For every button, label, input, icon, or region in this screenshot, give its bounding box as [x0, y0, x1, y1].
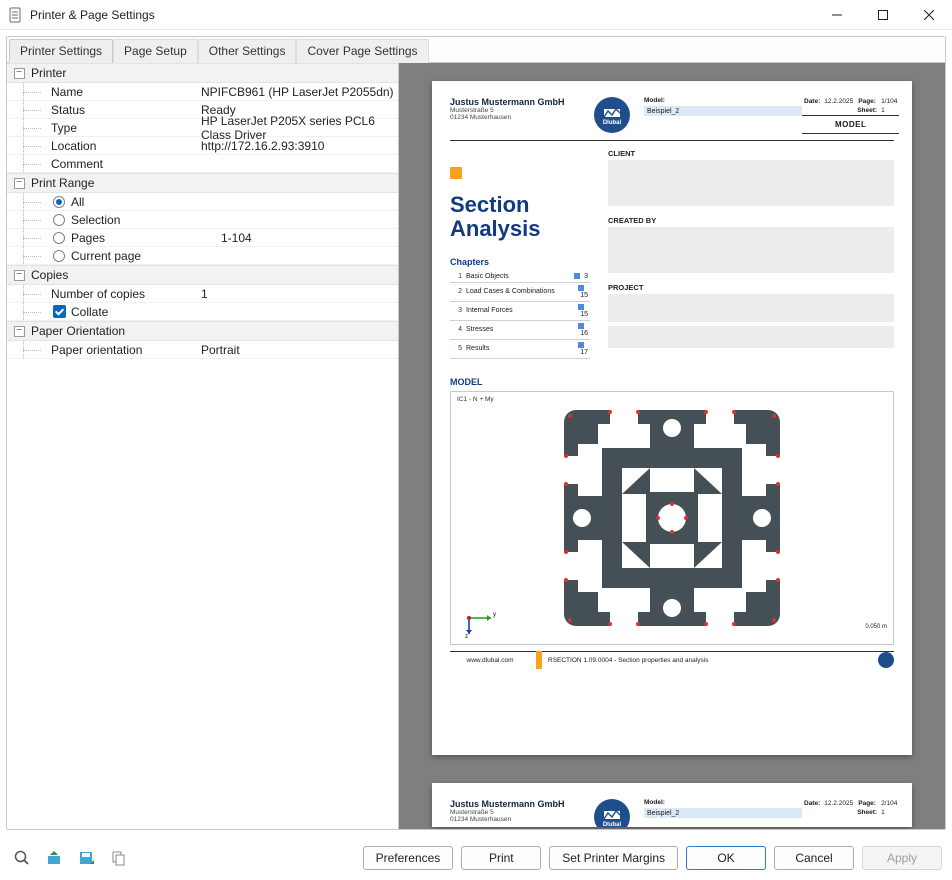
group-copies[interactable]: − Copies	[7, 265, 398, 285]
export-button[interactable]	[42, 846, 66, 870]
collapse-icon[interactable]: −	[14, 326, 25, 337]
model-name: Beispiel_2	[644, 106, 802, 116]
row-collate[interactable]: Collate	[7, 303, 398, 321]
row-printer-comment: Comment	[7, 155, 398, 173]
preview-page-2: Justus Mustermann GmbH Musterstraße 5 01…	[432, 783, 912, 827]
copies-value[interactable]: 1	[201, 287, 398, 301]
footer-logo-icon	[878, 652, 894, 668]
tab-other-settings[interactable]: Other Settings	[198, 39, 297, 63]
svg-text:y: y	[493, 612, 496, 618]
page-footer: www.dlubal.com RSECTION 1.09.0004 - Sect…	[450, 651, 894, 669]
close-button[interactable]	[906, 0, 952, 30]
magnifier-icon	[14, 850, 30, 866]
row-printer-type: Type HP LaserJet P205X series PCL6 Class…	[7, 119, 398, 137]
row-orientation[interactable]: Paper orientation Portrait	[7, 341, 398, 359]
copy-icon	[110, 850, 126, 866]
orientation-value[interactable]: Portrait	[201, 343, 398, 357]
tab-page-setup[interactable]: Page Setup	[113, 39, 198, 63]
help-button[interactable]	[10, 846, 34, 870]
row-number-copies[interactable]: Number of copies 1	[7, 285, 398, 303]
save-icon	[78, 850, 94, 866]
row-range-pages[interactable]: Pages 1-104	[7, 229, 398, 247]
page-header: Justus Mustermann GmbH Musterstraße 5 01…	[450, 97, 894, 141]
minimize-button[interactable]	[814, 0, 860, 30]
company-name: Justus Mustermann GmbH	[450, 97, 590, 107]
collapse-icon[interactable]: −	[14, 68, 25, 79]
group-printer[interactable]: − Printer	[7, 63, 398, 83]
collapse-icon[interactable]: −	[14, 270, 25, 281]
document-icon	[7, 7, 23, 23]
app-icon	[0, 0, 30, 30]
row-range-all[interactable]: All	[7, 193, 398, 211]
group-orientation[interactable]: − Paper Orientation	[7, 321, 398, 341]
maximize-icon	[878, 10, 888, 20]
preview-page-1: Justus Mustermann GmbH Musterstraße 5 01…	[432, 81, 912, 755]
settings-tree: − Printer Name NPIFCB961 (HP LaserJet P2…	[7, 63, 399, 829]
close-icon	[924, 10, 934, 20]
axis-icon: y z	[461, 598, 501, 638]
chapters-table: 1Basic Objects3 2Load Cases & Combinatio…	[450, 271, 590, 359]
accent-swatch	[450, 167, 462, 179]
collapse-icon[interactable]: −	[14, 178, 25, 189]
section-profile	[562, 408, 782, 628]
dlubal-logo: Dlubal	[594, 799, 630, 827]
pages-value[interactable]: 1-104	[221, 231, 398, 245]
radio-pages[interactable]	[51, 230, 67, 246]
bottom-toolbar: Preferences Print Set Printer Margins OK…	[0, 836, 952, 880]
report-title: Section Analysis	[450, 193, 590, 241]
maximize-button[interactable]	[860, 0, 906, 30]
preferences-button[interactable]: Preferences	[363, 846, 454, 870]
row-printer-location: Location http://172.16.2.93:3910	[7, 137, 398, 155]
group-print-range[interactable]: − Print Range	[7, 173, 398, 193]
apply-button[interactable]: Apply	[862, 846, 942, 870]
checkbox-collate[interactable]	[51, 304, 67, 320]
set-printer-margins-button[interactable]: Set Printer Margins	[549, 846, 678, 870]
print-preview: Justus Mustermann GmbH Musterstraße 5 01…	[399, 63, 945, 829]
dlubal-logo: Dlubal	[594, 97, 630, 133]
tab-printer-settings[interactable]: Printer Settings	[9, 39, 113, 63]
tab-cover-page-settings[interactable]: Cover Page Settings	[296, 39, 428, 63]
print-button[interactable]: Print	[461, 846, 541, 870]
model-frame: IC1 - N + My 0.050 m y z	[450, 391, 894, 645]
copy-button[interactable]	[106, 846, 130, 870]
radio-current[interactable]	[51, 248, 67, 264]
model-section-title: MODEL	[450, 377, 894, 387]
radio-all[interactable]	[51, 194, 67, 210]
row-range-current[interactable]: Current page	[7, 247, 398, 265]
minimize-icon	[832, 10, 842, 20]
cancel-button[interactable]: Cancel	[774, 846, 854, 870]
svg-text:z: z	[465, 634, 468, 638]
save-settings-button[interactable]	[74, 846, 98, 870]
tabs: Printer Settings Page Setup Other Settin…	[7, 37, 945, 63]
export-icon	[46, 850, 62, 866]
row-printer-name[interactable]: Name NPIFCB961 (HP LaserJet P2055dn)	[7, 83, 398, 101]
radio-selection[interactable]	[51, 212, 67, 228]
row-range-selection[interactable]: Selection	[7, 211, 398, 229]
window-title: Printer & Page Settings	[30, 8, 155, 22]
titlebar: Printer & Page Settings	[0, 0, 952, 30]
ok-button[interactable]: OK	[686, 846, 766, 870]
